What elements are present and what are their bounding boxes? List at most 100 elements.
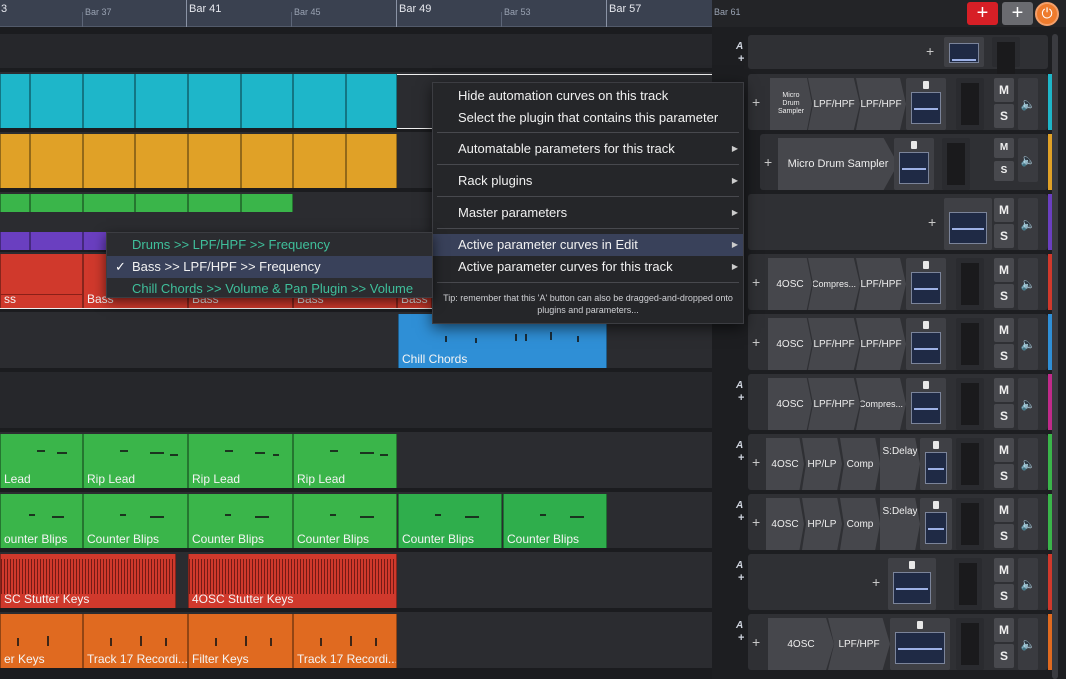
plugin-micro-drum-sampler[interactable]: Micro Drum Sampler xyxy=(770,78,812,130)
solo-button[interactable]: S xyxy=(994,161,1014,181)
track-header[interactable]: + 4OSC LPF/HPF LPF/HPF M S 🔈 xyxy=(712,312,1052,372)
track-header[interactable]: A + + 4OSC LPF/HPF M S 🔈 xyxy=(712,612,1052,672)
clip[interactable]: ounter Blips xyxy=(0,494,83,548)
speaker-icon[interactable]: 🔈 xyxy=(1018,138,1038,182)
plugin-comp[interactable]: Comp xyxy=(840,498,880,550)
plugin-4osc[interactable]: 4OSC xyxy=(768,318,812,370)
automation-button[interactable]: A xyxy=(736,440,743,451)
plugin-micro-drum-sampler[interactable]: Micro Drum Sampler xyxy=(778,138,898,190)
plugin-lpf-hpf[interactable]: LPF/HPF xyxy=(856,318,906,370)
clip[interactable] xyxy=(135,194,188,212)
plugin-4osc[interactable]: 4OSC xyxy=(768,378,812,430)
clip[interactable]: Counter Blips xyxy=(293,494,397,548)
clip[interactable]: er Keys xyxy=(0,614,83,668)
add-automation-icon[interactable]: + xyxy=(738,452,744,464)
mute-button[interactable]: M xyxy=(994,618,1014,642)
clip[interactable] xyxy=(83,194,135,212)
add-plugin-icon[interactable]: + xyxy=(928,214,936,230)
add-plugin-icon[interactable]: + xyxy=(752,274,760,290)
clip[interactable] xyxy=(83,134,135,188)
solo-button[interactable]: S xyxy=(994,644,1014,668)
clip[interactable] xyxy=(188,194,241,212)
clip[interactable] xyxy=(135,134,188,188)
add-automation-icon[interactable]: + xyxy=(738,392,744,404)
mute-button[interactable]: M xyxy=(994,438,1014,462)
plugin-box[interactable] xyxy=(920,498,952,550)
clip[interactable]: Rip Lead xyxy=(188,434,293,488)
speaker-icon[interactable]: 🔈 xyxy=(1018,258,1038,310)
plugin-box[interactable] xyxy=(944,37,984,67)
add-plugin-icon[interactable]: + xyxy=(752,514,760,530)
add-automation-icon[interactable]: + xyxy=(738,632,744,644)
solo-button[interactable]: S xyxy=(994,344,1014,368)
speaker-icon[interactable]: 🔈 xyxy=(1018,318,1038,370)
solo-button[interactable]: S xyxy=(994,524,1014,548)
clip[interactable] xyxy=(135,74,188,128)
speaker-icon[interactable]: 🔈 xyxy=(1018,618,1038,670)
menu-item-rack-plugins[interactable]: Rack plugins ▶ xyxy=(433,170,743,192)
add-plugin-icon[interactable]: + xyxy=(752,634,760,650)
menu-item-automatable-parameters[interactable]: Automatable parameters for this track ▶ xyxy=(433,138,743,160)
menu-item-active-curves-track[interactable]: Active parameter curves for this track ▶ xyxy=(433,256,743,278)
track-lane[interactable]: SC Stutter Keys 4OSC Stutter Keys xyxy=(0,552,712,610)
automation-curve[interactable] xyxy=(397,74,712,75)
clip[interactable] xyxy=(0,134,30,188)
plugin-comp[interactable]: Comp xyxy=(840,438,880,490)
mute-button[interactable]: M xyxy=(994,558,1014,582)
add-automation-icon[interactable]: + xyxy=(738,53,744,65)
clip[interactable]: ss xyxy=(0,254,83,308)
automation-button[interactable]: A xyxy=(736,620,743,631)
track-header[interactable]: A + 4OSC LPF/HPF Compres... M S 🔈 xyxy=(712,372,1052,432)
mute-button[interactable]: M xyxy=(994,498,1014,522)
menu-item-active-curves-edit[interactable]: Active parameter curves in Edit ▶ xyxy=(433,234,743,256)
plugin-lpf-hpf[interactable]: LPF/HPF xyxy=(808,378,860,430)
automation-button[interactable]: A xyxy=(736,500,743,511)
plugin-box[interactable] xyxy=(920,438,952,490)
timeline-ruler[interactable]: 3 Bar 37 Bar 41 Bar 45 Bar 49 Bar 53 Bar… xyxy=(0,0,712,27)
plugin-box[interactable] xyxy=(944,198,992,250)
plugin-4osc[interactable]: 4OSC xyxy=(766,498,804,550)
clip[interactable] xyxy=(188,134,241,188)
plugin-box[interactable] xyxy=(906,78,946,130)
plugin-box[interactable] xyxy=(890,618,950,670)
clip[interactable]: Counter Blips xyxy=(188,494,293,548)
plugin-box[interactable] xyxy=(894,138,934,190)
submenu-item-chill-volume[interactable]: Chill Chords >> Volume & Pan Plugin >> V… xyxy=(107,278,432,300)
automation-button[interactable]: A xyxy=(736,41,743,52)
mute-button[interactable]: M xyxy=(994,258,1014,282)
clip[interactable] xyxy=(30,194,83,212)
add-button[interactable]: + xyxy=(1002,2,1033,25)
speaker-icon[interactable]: 🔈 xyxy=(1018,498,1038,550)
speaker-icon[interactable]: 🔈 xyxy=(1018,378,1038,430)
track-lane[interactable]: er Keys Track 17 Recordi... Filter Keys … xyxy=(0,612,712,670)
power-icon[interactable]: ⏻ xyxy=(1035,2,1059,26)
track-header[interactable]: + Micro Drum Sampler M S 🔈 xyxy=(712,132,1052,192)
solo-button[interactable]: S xyxy=(994,584,1014,608)
mute-button[interactable]: M xyxy=(994,378,1014,402)
clip[interactable] xyxy=(293,134,346,188)
clip[interactable] xyxy=(30,232,83,250)
plugin-lpf-hpf[interactable]: LPF/HPF xyxy=(828,618,890,670)
mute-button[interactable]: M xyxy=(994,198,1014,222)
clip[interactable]: Track 17 Recordi... xyxy=(293,614,397,668)
solo-button[interactable]: S xyxy=(994,104,1014,128)
add-automation-icon[interactable]: + xyxy=(738,512,744,524)
plugin-hp-lp[interactable]: HP/LP xyxy=(802,438,842,490)
plugin-compressor[interactable]: Compres... xyxy=(856,378,906,430)
clip[interactable] xyxy=(30,134,83,188)
solo-button[interactable]: S xyxy=(994,404,1014,428)
plugin-sdelay[interactable]: S:Delay xyxy=(880,498,920,550)
clip[interactable]: SC Stutter Keys xyxy=(0,554,176,608)
add-automation-icon[interactable]: + xyxy=(738,572,744,584)
clip[interactable]: Track 17 Recordi... xyxy=(83,614,188,668)
plugin-sdelay[interactable]: S:Delay xyxy=(880,438,920,490)
mute-button[interactable]: M xyxy=(994,78,1014,102)
solo-button[interactable]: S xyxy=(994,284,1014,308)
plugin-hp-lp[interactable]: HP/LP xyxy=(802,498,842,550)
clip[interactable]: Lead xyxy=(0,434,83,488)
clip[interactable]: Rip Lead xyxy=(293,434,397,488)
plugin-4osc[interactable]: 4OSC xyxy=(768,618,834,670)
add-plugin-icon[interactable]: + xyxy=(926,43,934,59)
track-lane[interactable] xyxy=(0,372,712,430)
solo-button[interactable]: S xyxy=(994,464,1014,488)
